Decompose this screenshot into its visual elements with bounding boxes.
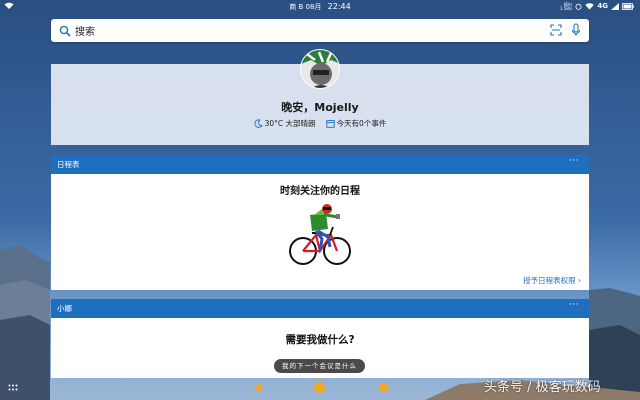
search-bar[interactable]: 搜索 xyxy=(51,19,589,42)
grant-calendar-permission-link[interactable]: 授予日程表权限 › xyxy=(523,275,581,286)
events-item: 今天有0个事件 xyxy=(325,118,387,129)
wifi-status-icon xyxy=(585,3,595,10)
search-input[interactable]: 搜索 xyxy=(75,23,95,38)
recent-icon[interactable] xyxy=(379,383,388,392)
mic-icon[interactable] xyxy=(571,23,581,38)
grant-link-text: 授予日程表权限 xyxy=(523,276,576,285)
speed-down: 1.5B/s xyxy=(559,5,573,11)
home-icon[interactable] xyxy=(313,381,326,394)
xiaona-card-header: 小娜 ··· xyxy=(51,299,589,318)
cyclist-illustration xyxy=(289,204,351,265)
scan-icon[interactable] xyxy=(550,24,562,36)
back-icon[interactable] xyxy=(252,382,262,393)
moon-icon xyxy=(254,119,263,128)
greeting-title: 晚安，Mojelly xyxy=(281,101,359,114)
apps-dots-icon[interactable] xyxy=(8,384,18,392)
xiaona-more-button[interactable]: ··· xyxy=(569,296,579,315)
events-text: 今天有0个事件 xyxy=(336,119,387,128)
calendar-more-button[interactable]: ··· xyxy=(569,152,579,171)
alarm-icon xyxy=(575,3,582,10)
avatar[interactable] xyxy=(300,49,340,89)
status-time: 22:44 xyxy=(327,2,351,11)
status-bar: 商 B 08月 22:44 0B/s 1.5B/s 4G xyxy=(0,0,640,13)
calendar-icon xyxy=(325,120,335,128)
status-right: 0B/s 1.5B/s 4G xyxy=(560,0,634,13)
xiaona-card-title: 小娜 xyxy=(57,304,72,313)
calendar-card-header: 日程表 ··· xyxy=(51,155,589,174)
greeting-card: 晚安，Mojelly 30°C 大部晴朗 今天有0个事件 xyxy=(51,49,589,145)
battery-icon xyxy=(622,3,634,10)
calendar-prompt: 时刻关注你的日程 xyxy=(280,186,360,197)
suggestion-chip[interactable]: 我的下一个会议是什么 xyxy=(274,359,365,373)
xiaona-question: 需要我做什么? xyxy=(285,334,355,346)
weather-text: 30°C 大部晴朗 xyxy=(264,119,316,128)
status-date: 08月 xyxy=(305,3,322,11)
calendar-card: 时刻关注你的日程 授予日程表权限 › xyxy=(51,174,589,290)
signal-icon xyxy=(611,3,619,10)
status-center: 商 B 08月 22:44 xyxy=(0,0,640,14)
status-carrier: 商 B xyxy=(289,3,304,11)
search-icon xyxy=(59,25,71,37)
chevron-right-icon: › xyxy=(578,276,581,285)
watermark-text: 头条号 / 极客玩数码 xyxy=(484,380,601,395)
avatar-image xyxy=(301,50,339,88)
calendar-card-title: 日程表 xyxy=(57,160,80,169)
greeting-info: 30°C 大部晴朗 今天有0个事件 xyxy=(51,118,589,129)
network-speed: 0B/s 1.5B/s xyxy=(559,2,573,11)
network-type: 4G xyxy=(597,2,608,10)
weather-item: 30°C 大部晴朗 xyxy=(254,118,316,129)
